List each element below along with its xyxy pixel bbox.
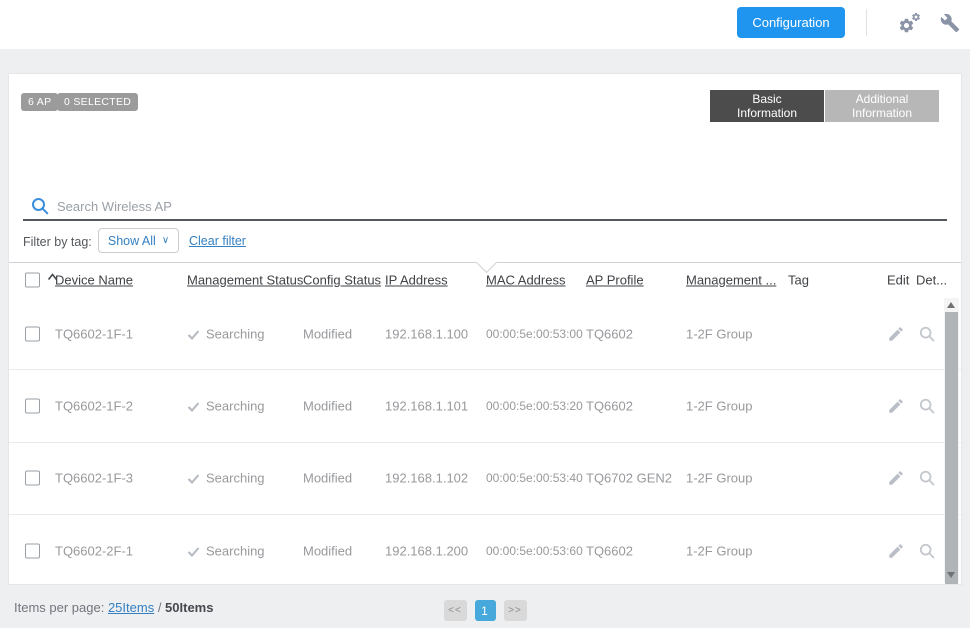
ap-count-badge: 6 AP bbox=[21, 93, 58, 111]
check-icon bbox=[187, 402, 200, 413]
configuration-button[interactable]: Configuration bbox=[737, 7, 845, 38]
management-status-cell: Searching bbox=[187, 471, 265, 486]
row-checkbox[interactable] bbox=[25, 471, 40, 486]
management-group-cell: 1-2F Group bbox=[686, 326, 752, 341]
ap-profile-cell: TQ6602 bbox=[586, 399, 633, 414]
pager: << 1 >> bbox=[0, 600, 970, 621]
select-all-checkbox[interactable] bbox=[25, 273, 40, 288]
mac-address-cell: 00:00:5e:00:53:20 bbox=[486, 396, 586, 416]
tag-filter-value: Show All bbox=[108, 234, 156, 248]
ip-address-cell: 192.168.1.101 bbox=[385, 399, 468, 414]
current-page-button[interactable]: 1 bbox=[475, 600, 496, 621]
header-management-group[interactable]: Management ... bbox=[686, 273, 776, 288]
header-management-status[interactable]: Management Status bbox=[187, 273, 303, 288]
top-toolbar: Configuration bbox=[0, 0, 970, 49]
device-name-cell: TQ6602-1F-3 bbox=[55, 471, 133, 486]
table-row[interactable]: TQ6602-2F-1 Searching Modified 192.168.1… bbox=[9, 515, 961, 585]
details-magnifier-icon[interactable] bbox=[919, 543, 935, 559]
chevron-down-icon: ∨ bbox=[162, 235, 169, 246]
table-row[interactable]: TQ6602-1F-1 Searching Modified 192.168.1… bbox=[9, 298, 961, 370]
management-status-cell: Searching bbox=[187, 399, 265, 414]
device-name-cell: TQ6602-1F-2 bbox=[55, 399, 133, 414]
header-ap-profile[interactable]: AP Profile bbox=[586, 273, 644, 288]
header-ip-address[interactable]: IP Address bbox=[385, 273, 448, 288]
row-checkbox[interactable] bbox=[25, 399, 40, 414]
tab-additional-information[interactable]: Additional Information bbox=[825, 90, 939, 122]
management-status-cell: Searching bbox=[187, 326, 265, 341]
ip-address-cell: 192.168.1.102 bbox=[385, 471, 468, 486]
management-group-cell: 1-2F Group bbox=[686, 471, 752, 486]
header-device-name[interactable]: Device Name bbox=[55, 273, 133, 288]
details-magnifier-icon[interactable] bbox=[919, 470, 935, 486]
tag-filter-dropdown[interactable]: Show All ∨ bbox=[98, 228, 179, 253]
device-name-cell: TQ6602-1F-1 bbox=[55, 326, 133, 341]
clear-filter-link[interactable]: Clear filter bbox=[189, 234, 246, 248]
search-input[interactable] bbox=[57, 195, 677, 217]
wrench-icon[interactable] bbox=[940, 13, 960, 33]
table-header-row: Device Name Management Status Config Sta… bbox=[9, 262, 961, 297]
config-status-cell: Modified bbox=[303, 471, 352, 486]
management-group-cell: 1-2F Group bbox=[686, 399, 752, 414]
edit-pencil-icon[interactable] bbox=[887, 325, 905, 343]
header-tag: Tag bbox=[788, 273, 809, 288]
vertical-scrollbar[interactable] bbox=[944, 298, 959, 582]
edit-pencil-icon[interactable] bbox=[887, 397, 905, 415]
edit-pencil-icon[interactable] bbox=[887, 542, 905, 560]
ap-profile-cell: TQ6602 bbox=[586, 543, 633, 558]
config-status-cell: Modified bbox=[303, 326, 352, 341]
tab-basic-information[interactable]: Basic Information bbox=[710, 90, 824, 122]
scroll-up-icon[interactable] bbox=[947, 302, 955, 308]
details-magnifier-icon[interactable] bbox=[919, 326, 935, 342]
pagination-footer: Items per page: 25Items / 50Items << 1 >… bbox=[0, 585, 970, 628]
config-status-cell: Modified bbox=[303, 399, 352, 414]
table-row[interactable]: TQ6602-1F-3 Searching Modified 192.168.1… bbox=[9, 443, 961, 515]
table-row[interactable]: TQ6602-1F-2 Searching Modified 192.168.1… bbox=[9, 370, 961, 442]
next-page-button[interactable]: >> bbox=[504, 600, 527, 621]
search-icon bbox=[31, 197, 49, 215]
scroll-down-icon[interactable] bbox=[947, 572, 955, 578]
settings-gears-icon[interactable] bbox=[898, 12, 924, 36]
ap-profile-cell: TQ6602 bbox=[586, 326, 633, 341]
check-icon bbox=[187, 329, 200, 340]
filter-by-tag-label: Filter by tag: bbox=[23, 235, 92, 249]
management-status-cell: Searching bbox=[187, 543, 265, 558]
ap-profile-cell: TQ6702 GEN2 bbox=[586, 471, 672, 486]
mac-address-cell: 00:00:5e:00:53:00 bbox=[486, 324, 586, 344]
scrollbar-thumb[interactable] bbox=[945, 312, 958, 585]
mac-address-cell: 00:00:5e:00:53:40 bbox=[486, 468, 586, 488]
check-icon bbox=[187, 474, 200, 485]
row-checkbox[interactable] bbox=[25, 543, 40, 558]
row-checkbox[interactable] bbox=[25, 326, 40, 341]
wireless-ap-panel: 6 AP 0 SELECTED Basic Information Additi… bbox=[8, 73, 962, 585]
management-group-cell: 1-2F Group bbox=[686, 543, 752, 558]
ip-address-cell: 192.168.1.200 bbox=[385, 543, 468, 558]
header-config-status[interactable]: Config Status bbox=[303, 273, 381, 288]
prev-page-button[interactable]: << bbox=[444, 600, 467, 621]
details-magnifier-icon[interactable] bbox=[919, 398, 935, 414]
header-mac-address[interactable]: MAC Address bbox=[486, 273, 565, 288]
table-body: TQ6602-1F-1 Searching Modified 192.168.1… bbox=[9, 298, 961, 584]
config-status-cell: Modified bbox=[303, 543, 352, 558]
header-details: Det... bbox=[916, 273, 947, 288]
header-edit: Edit bbox=[887, 273, 909, 288]
toolbar-divider bbox=[866, 9, 867, 36]
edit-pencil-icon[interactable] bbox=[887, 469, 905, 487]
search-bar bbox=[23, 193, 947, 221]
check-icon bbox=[187, 546, 200, 557]
device-name-cell: TQ6602-2F-1 bbox=[55, 543, 133, 558]
selected-count-badge: 0 SELECTED bbox=[57, 93, 138, 111]
ip-address-cell: 192.168.1.100 bbox=[385, 326, 468, 341]
mac-address-cell: 00:00:5e:00:53:60 bbox=[486, 541, 586, 561]
